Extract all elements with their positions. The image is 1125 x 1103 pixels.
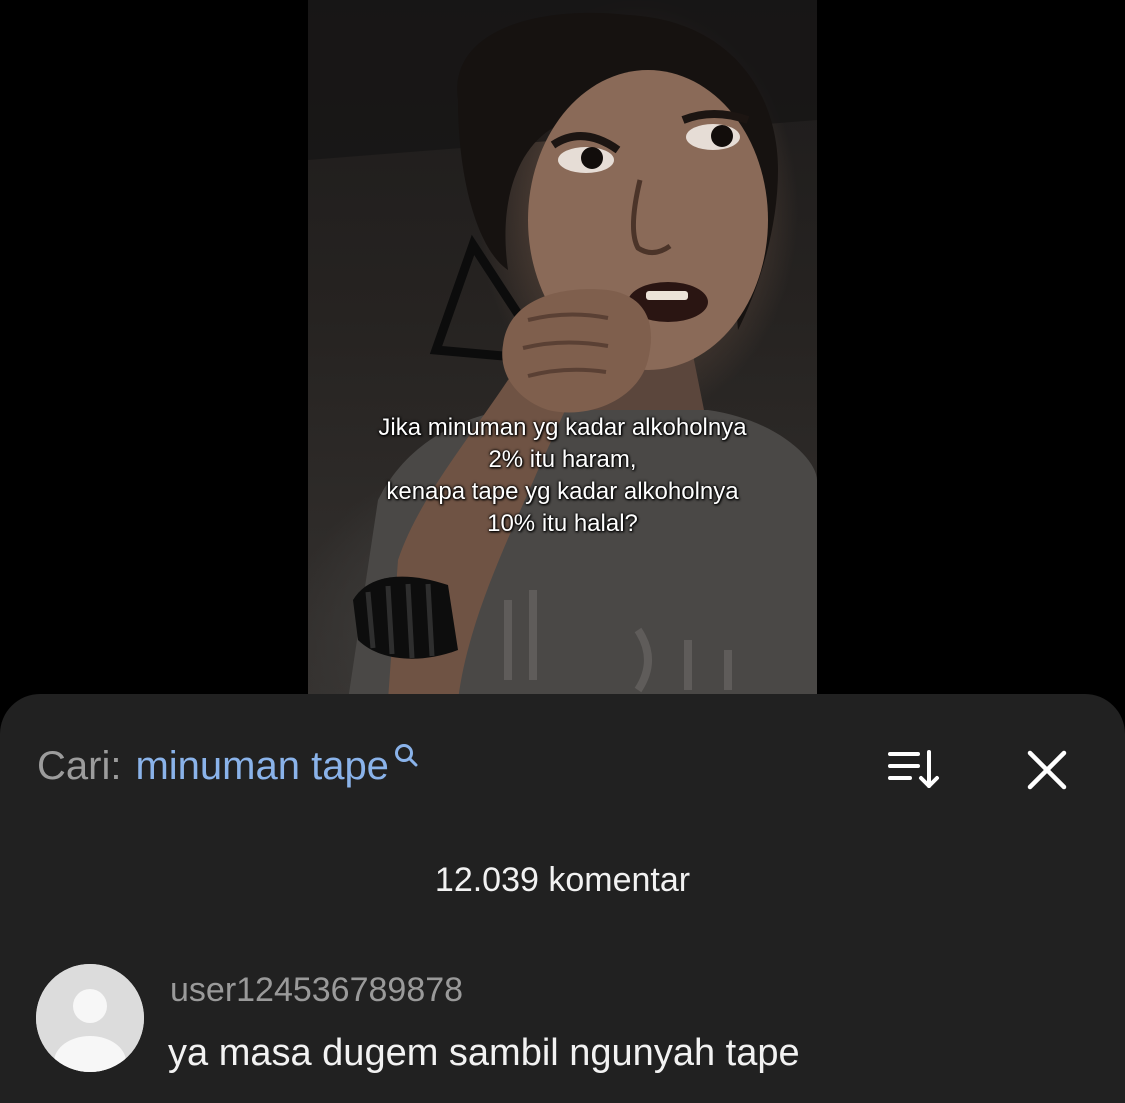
close-icon — [1027, 750, 1067, 790]
search-prefix-label: Cari: — [37, 744, 122, 788]
sort-icon — [888, 750, 939, 788]
caption-line: kenapa tape yg kadar alkoholnya — [386, 478, 739, 505]
search-icon[interactable] — [393, 742, 421, 775]
comments-sheet: Cari: minuman tape 12.039 komentar user1… — [0, 694, 1125, 1103]
comment-count: 12.039 komentar — [434, 861, 691, 899]
avatar[interactable] — [36, 964, 144, 1072]
comment-text: ya masa dugem sambil ngunyah tape — [168, 1032, 800, 1074]
video-caption: Jika minuman yg kadar alkoholnya 2% itu … — [308, 412, 817, 540]
video-player[interactable]: Jika minuman yg kadar alkoholnya 2% itu … — [308, 0, 817, 700]
comment-item[interactable]: user124536789878 ya masa dugem sambil ng… — [36, 964, 1096, 1094]
caption-line: 2% itu haram, — [488, 446, 637, 473]
caption-line: 10% itu halal? — [487, 510, 638, 537]
video-frame-illustration — [308, 0, 817, 700]
caption-line: Jika minuman yg kadar alkoholnya — [378, 414, 747, 441]
search-suggestion[interactable]: Cari: minuman tape — [37, 738, 421, 794]
screen: Jika minuman yg kadar alkoholnya 2% itu … — [0, 0, 1125, 1103]
sort-button[interactable] — [886, 748, 942, 797]
search-term-link[interactable]: minuman tape — [135, 738, 388, 794]
default-avatar-icon — [36, 964, 144, 1072]
comment-username[interactable]: user124536789878 — [170, 968, 463, 1012]
close-button[interactable] — [1025, 748, 1069, 797]
